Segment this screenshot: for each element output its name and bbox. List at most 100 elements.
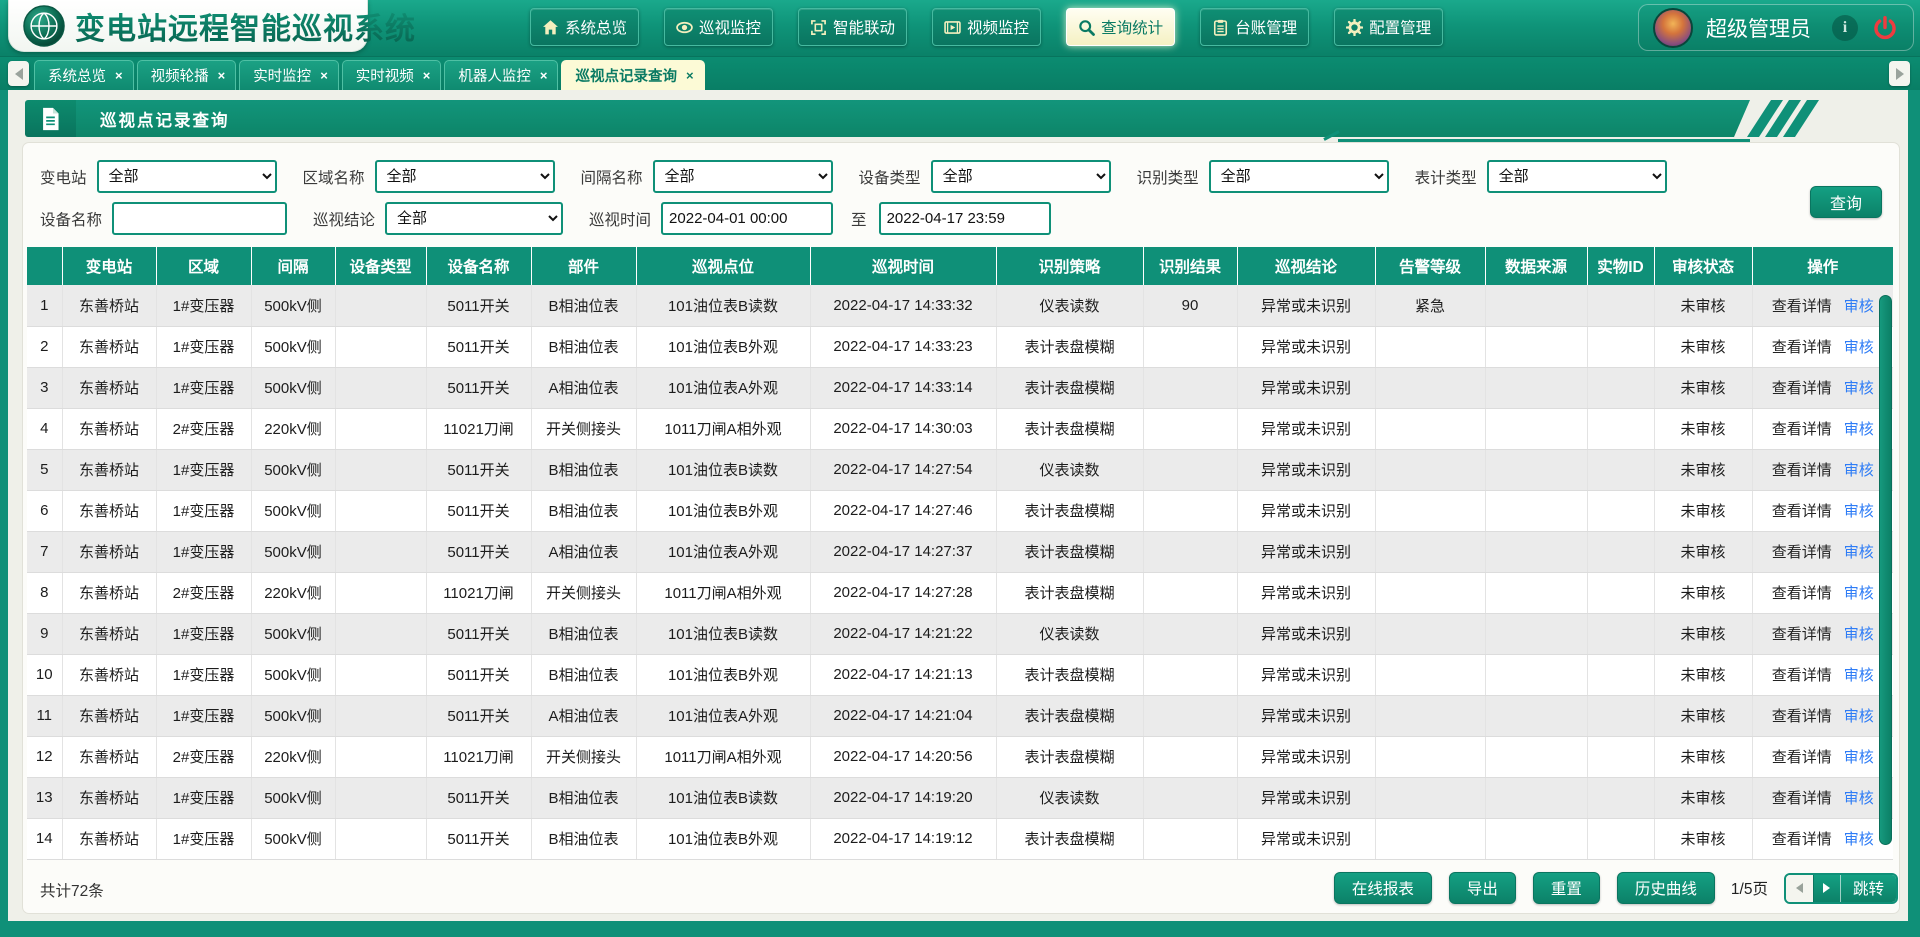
table-cell: 101油位表B外观 [636, 654, 810, 695]
audit-link[interactable]: 审核 [1844, 831, 1874, 848]
table-cell [1143, 367, 1237, 408]
view-detail-link[interactable]: 查看详情 [1772, 585, 1832, 602]
filter-select[interactable]: 全部 [1487, 160, 1667, 193]
audit-link[interactable]: 审核 [1844, 544, 1874, 561]
audit-link[interactable]: 审核 [1844, 708, 1874, 725]
audit-link[interactable]: 审核 [1844, 380, 1874, 397]
logout-power-icon[interactable] [1871, 14, 1899, 42]
gear-icon [1346, 19, 1363, 36]
view-detail-link[interactable]: 查看详情 [1772, 831, 1832, 848]
nav-home[interactable]: 系统总览 [530, 8, 639, 46]
view-detail-link[interactable]: 查看详情 [1772, 503, 1832, 520]
table-cell: 表计表盘模糊 [996, 408, 1143, 449]
view-detail-link[interactable]: 查看详情 [1772, 626, 1832, 643]
filter-select[interactable]: 全部 [653, 160, 833, 193]
filter-select[interactable]: 全部 [931, 160, 1111, 193]
tab-close-icon[interactable]: × [423, 69, 431, 82]
search-button[interactable]: 查询 [1810, 186, 1882, 218]
tab-5[interactable]: 机器人监控× [444, 60, 558, 90]
table-cell [1485, 736, 1587, 777]
table-cell [1485, 572, 1587, 613]
table-cell: 异常或未识别 [1237, 408, 1375, 449]
actions-cell: 查看详情审核 [1752, 736, 1893, 777]
table-cell: 500kV侧 [251, 449, 335, 490]
table-cell: 101油位表B读数 [636, 777, 810, 818]
export-button[interactable]: 导出 [1449, 872, 1516, 904]
next-page-icon[interactable] [1813, 875, 1840, 902]
tab-3[interactable]: 实时监控× [239, 60, 339, 90]
audit-link[interactable]: 审核 [1844, 421, 1874, 438]
view-detail-link[interactable]: 查看详情 [1772, 667, 1832, 684]
audit-link[interactable]: 审核 [1844, 790, 1874, 807]
view-detail-link[interactable]: 查看详情 [1772, 544, 1832, 561]
audit-link[interactable]: 审核 [1844, 462, 1874, 479]
tab-close-icon[interactable]: × [320, 69, 328, 82]
view-detail-link[interactable]: 查看详情 [1772, 749, 1832, 766]
history-curve-button[interactable]: 历史曲线 [1617, 872, 1715, 904]
nav-gear[interactable]: 配置管理 [1334, 8, 1443, 46]
table-cell: 220kV侧 [251, 736, 335, 777]
nav-link[interactable]: 智能联动 [798, 8, 907, 46]
info-icon[interactable]: i [1832, 15, 1858, 41]
table-cell: 2022-04-17 14:33:14 [810, 367, 996, 408]
tab-close-icon[interactable]: × [686, 69, 694, 82]
jump-button[interactable]: 跳转 [1840, 875, 1896, 902]
view-detail-link[interactable]: 查看详情 [1772, 790, 1832, 807]
reset-button[interactable]: 重置 [1533, 872, 1600, 904]
tab-6[interactable]: 巡视点记录查询× [561, 60, 704, 90]
table-scrollbar[interactable] [1879, 295, 1892, 845]
view-detail-link[interactable]: 查看详情 [1772, 380, 1832, 397]
tab-2[interactable]: 视频轮播 × [137, 60, 237, 90]
table-cell [1485, 490, 1587, 531]
tab-scroll-right-icon[interactable] [1889, 61, 1910, 86]
audit-link[interactable]: 审核 [1844, 298, 1874, 315]
view-detail-link[interactable]: 查看详情 [1772, 421, 1832, 438]
table-cell [1375, 326, 1485, 367]
avatar[interactable] [1653, 8, 1693, 48]
clipboard-icon [1212, 19, 1229, 36]
tab-scroll-left-icon[interactable] [8, 61, 29, 86]
conclusion-select[interactable]: 全部 [385, 202, 563, 235]
table-cell: 101油位表B外观 [636, 818, 810, 859]
nav-search[interactable]: 查询统计 [1066, 8, 1175, 46]
filter-select[interactable]: 全部 [375, 160, 555, 193]
tab-label: 视频轮播 [151, 65, 209, 86]
nav-eye[interactable]: 巡视监控 [664, 8, 773, 46]
nav-video[interactable]: 视频监控 [932, 8, 1041, 46]
nav-label: 智能联动 [833, 16, 895, 38]
online-report-button[interactable]: 在线报表 [1334, 872, 1432, 904]
tab-close-icon[interactable]: × [540, 69, 548, 82]
view-detail-link[interactable]: 查看详情 [1772, 298, 1832, 315]
nav-clipboard[interactable]: 台账管理 [1200, 8, 1309, 46]
table-cell: B相油位表 [531, 613, 636, 654]
time-to-input[interactable] [879, 202, 1051, 235]
table-cell: 开关侧接头 [531, 736, 636, 777]
table-cell [1375, 449, 1485, 490]
audit-link[interactable]: 审核 [1844, 667, 1874, 684]
tab-close-icon[interactable]: × [115, 69, 123, 82]
audit-link[interactable]: 审核 [1844, 339, 1874, 356]
table-cell: 5011开关 [426, 367, 531, 408]
tab-1[interactable]: 系统总览× [34, 60, 134, 90]
view-detail-link[interactable]: 查看详情 [1772, 339, 1832, 356]
filter-select[interactable]: 全部 [97, 160, 277, 193]
table-cell [1485, 326, 1587, 367]
table-cell: 500kV侧 [251, 777, 335, 818]
audit-link[interactable]: 审核 [1844, 749, 1874, 766]
audit-link[interactable]: 审核 [1844, 626, 1874, 643]
table-cell [1485, 408, 1587, 449]
time-from-input[interactable] [661, 202, 833, 235]
table-cell [335, 531, 426, 572]
device-name-input[interactable] [112, 202, 287, 235]
filter-select[interactable]: 全部 [1209, 160, 1389, 193]
tab-close-icon[interactable]: × [218, 69, 226, 82]
audit-link[interactable]: 审核 [1844, 503, 1874, 520]
table-cell: 东善桥站 [62, 777, 156, 818]
view-detail-link[interactable]: 查看详情 [1772, 462, 1832, 479]
prev-page-icon[interactable] [1786, 875, 1813, 902]
table-cell: 东善桥站 [62, 818, 156, 859]
tab-4[interactable]: 实时视频× [342, 60, 442, 90]
view-detail-link[interactable]: 查看详情 [1772, 708, 1832, 725]
audit-link[interactable]: 审核 [1844, 585, 1874, 602]
table-cell [1587, 818, 1654, 859]
